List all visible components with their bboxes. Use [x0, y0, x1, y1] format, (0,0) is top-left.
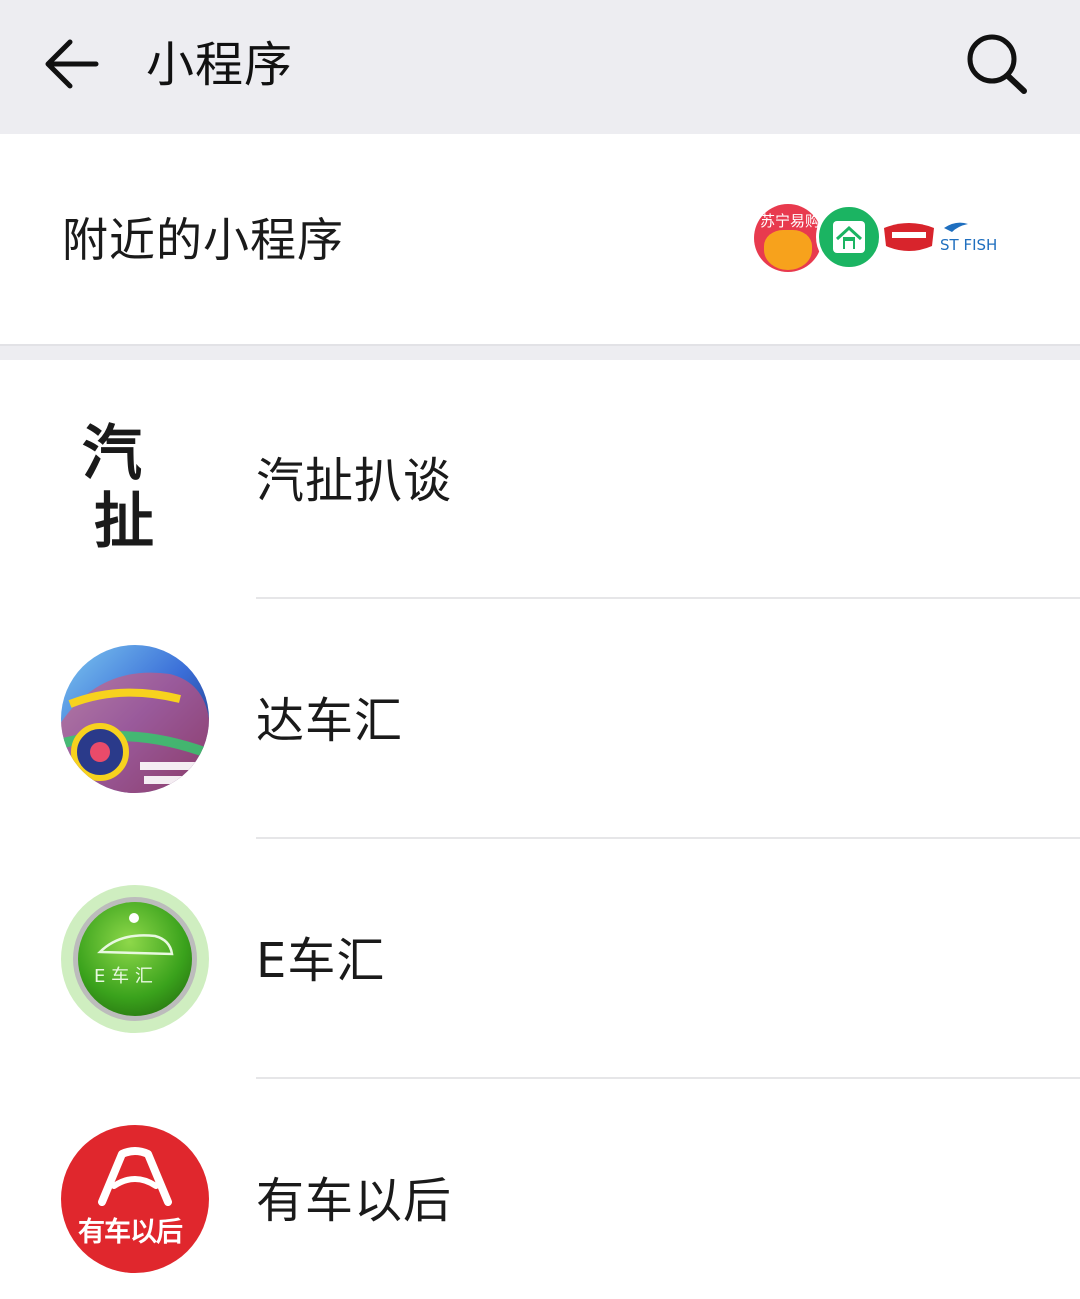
- nearby-mini-programs[interactable]: 附近的小程序 苏宁易购 ST FISH: [0, 134, 1080, 344]
- green-badge-text: E 车 汇: [94, 966, 153, 987]
- svg-text:汽: 汽: [82, 419, 142, 489]
- calligraphy-logo-icon: 汽 扯: [60, 406, 210, 557]
- search-icon: [967, 34, 1027, 94]
- nearby-label: 附近的小程序: [62, 213, 344, 267]
- section-divider: [0, 344, 1080, 360]
- list-item[interactable]: 有车以后 有车以后: [0, 1080, 1080, 1299]
- suning-icon: 苏宁易购: [754, 204, 822, 272]
- st-fish-text: ST FISH: [940, 236, 998, 254]
- nearby-icons: 苏宁易购 ST FISH: [750, 202, 1010, 278]
- list-item-label: 有车以后: [256, 1173, 453, 1229]
- arrow-left-icon: [45, 39, 99, 89]
- list-item[interactable]: 达车汇: [0, 600, 1080, 840]
- divider: [256, 597, 1080, 599]
- top-bar: 小程序: [0, 0, 1080, 134]
- search-button[interactable]: [958, 26, 1034, 102]
- divider: [256, 837, 1080, 839]
- list-item-label: E车汇: [256, 933, 386, 989]
- list-item-label: 达车汇: [256, 693, 404, 749]
- back-button[interactable]: [36, 28, 112, 104]
- green-car-badge-icon: E 车 汇: [60, 884, 210, 1034]
- red-badge-icon: [880, 216, 938, 256]
- st-fish-icon: ST FISH: [936, 216, 1004, 260]
- svg-text:扯: 扯: [94, 487, 154, 556]
- divider: [256, 1077, 1080, 1079]
- list-item[interactable]: E 车 汇 E车汇: [0, 840, 1080, 1080]
- painted-car-icon: [60, 644, 210, 794]
- red-logo-text: 有车以后: [78, 1217, 183, 1248]
- list-item-label: 汽扯扒谈: [256, 453, 453, 509]
- red-car-logo-icon: 有车以后: [60, 1124, 210, 1274]
- mini-programs-screen: 小程序 附近的小程序 苏宁易购 ST FISH 汽 扯 汽扯扒谈 达车汇 E 车…: [0, 0, 1080, 1299]
- page-title: 小程序: [146, 37, 294, 93]
- list-item[interactable]: 汽 扯 汽扯扒谈: [0, 360, 1080, 600]
- suning-text: 苏宁易购: [760, 212, 821, 230]
- house-icon: [816, 204, 882, 270]
